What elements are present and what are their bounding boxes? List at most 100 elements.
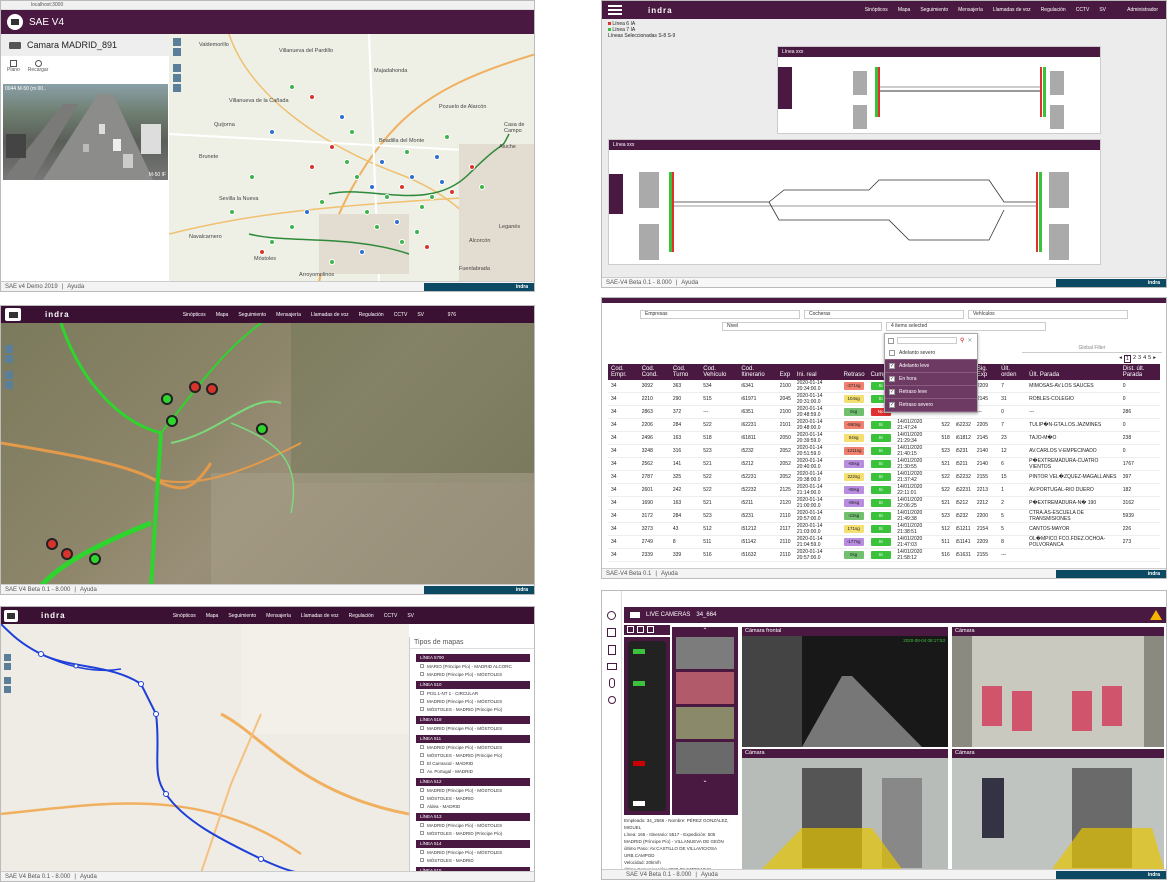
line-group-item[interactable]: MÓSTOLES - MADRID (Principe Pío) — [416, 829, 530, 837]
line-group-item[interactable]: MÓSTOLES - MADRID — [416, 794, 530, 802]
item-checkbox[interactable] — [420, 823, 424, 827]
mail-icon[interactable] — [606, 663, 617, 670]
bus-marker[interactable] — [349, 129, 355, 135]
bus-marker[interactable] — [399, 184, 405, 190]
dropdown-option[interactable]: Adelanto severo — [885, 347, 977, 360]
item-checkbox[interactable] — [420, 753, 424, 757]
page-button[interactable]: 4 — [1143, 355, 1146, 363]
bus-marker[interactable] — [319, 199, 325, 205]
dropdown-option[interactable]: ✓ Retraso severo — [885, 399, 977, 412]
line-group-item[interactable]: MADRID (Principe Pío) - MÓSTOLES — [416, 821, 530, 829]
menu-item-1[interactable]: Mapa — [206, 613, 219, 619]
bus-marker[interactable] — [259, 249, 265, 255]
line-group-item[interactable]: MADRID (Principe Pío) - MÓSTOLES — [416, 786, 530, 794]
table-row[interactable]: 34 3248 316 523 i5232 2052 2020-01-14 20:51:59… — [608, 444, 1160, 459]
bus-marker[interactable] — [206, 383, 218, 395]
bus-marker[interactable] — [399, 239, 405, 245]
menu-item-6[interactable]: CCTV — [384, 613, 398, 619]
fullscreen-button[interactable] — [173, 84, 181, 92]
bus-marker[interactable] — [404, 149, 410, 155]
menu-item-7[interactable]: SV — [407, 613, 414, 619]
grid-icon[interactable] — [607, 628, 616, 637]
scroll-up-icon[interactable]: ⌃ — [672, 627, 738, 634]
bus-marker[interactable] — [429, 194, 435, 200]
bus-marker[interactable] — [329, 259, 335, 265]
bus-marker[interactable] — [479, 184, 485, 190]
menu-item-4[interactable]: Llamadas de voz — [311, 312, 349, 318]
menu-item-0[interactable]: Sinópticos — [173, 613, 196, 619]
plano-button[interactable]: Plano — [7, 60, 20, 73]
menu-item-2[interactable]: Seguimiento — [920, 7, 948, 13]
option-checkbox[interactable]: ✓ — [889, 376, 895, 382]
help-link[interactable]: Ayuda — [80, 587, 97, 593]
menu-item-6[interactable]: CCTV — [1076, 7, 1090, 13]
bus-marker[interactable] — [409, 174, 415, 180]
menu-item-7[interactable]: SV — [1099, 7, 1106, 13]
line-group-header[interactable]: LÍNEA 512 — [416, 778, 530, 786]
dropdown-option[interactable]: ✓ En hora — [885, 373, 977, 386]
dropdown-option[interactable]: ✓ Retraso leve — [885, 386, 977, 399]
table-row[interactable]: 34 2601 242 522 i52232 2125 2020-01-14 21:14:0… — [608, 483, 1160, 498]
user-name[interactable]: Administrador — [1127, 7, 1158, 13]
bus-marker[interactable] — [394, 219, 400, 225]
zoom-in-button[interactable] — [173, 38, 181, 46]
menu-button[interactable] — [608, 5, 622, 15]
menu-item-7[interactable]: SV — [417, 312, 424, 318]
bus-marker[interactable] — [289, 224, 295, 230]
bus-marker[interactable] — [359, 249, 365, 255]
column-header[interactable]: Últ. Parada — [1026, 364, 1120, 380]
bus-marker[interactable] — [289, 84, 295, 90]
item-checkbox[interactable] — [420, 831, 424, 835]
page-button[interactable]: 2 — [1133, 355, 1136, 363]
bus-marker[interactable] — [469, 164, 475, 170]
zoom-out-button[interactable] — [173, 48, 181, 56]
bus-marker[interactable] — [364, 209, 370, 215]
line-group-item[interactable]: MÓSTOLES - MADRID — [416, 856, 530, 864]
zoom-out-button[interactable] — [5, 355, 13, 363]
bus-marker[interactable] — [46, 538, 58, 550]
bus-marker[interactable] — [339, 114, 345, 120]
option-checkbox[interactable]: ✓ — [889, 402, 895, 408]
line-group-item[interactable]: El Carrascal - MADRID — [416, 759, 530, 767]
column-header[interactable]: Exp — [776, 364, 794, 380]
item-checkbox[interactable] — [420, 707, 424, 711]
line-group-item[interactable]: MÓSTOLES - MADRID (Principe Pío) — [416, 751, 530, 759]
table-row[interactable]: 34 2787 325 522 i52231 2052 2020-01-14 20:38:0… — [608, 470, 1160, 485]
item-checkbox[interactable] — [420, 745, 424, 749]
bus-marker[interactable] — [329, 144, 335, 150]
bus-marker[interactable] — [256, 423, 268, 435]
bus-marker[interactable] — [354, 174, 360, 180]
table-row[interactable]: 34 1690 163 521 i5211 2120 2020-01-14 21:00:00… — [608, 496, 1160, 511]
bus-marker[interactable] — [434, 154, 440, 160]
browser-url[interactable]: localhost:3000 — [31, 2, 63, 8]
document-icon[interactable] — [607, 645, 616, 655]
item-checkbox[interactable] — [420, 664, 424, 668]
nivel-select[interactable]: Nivel — [722, 322, 882, 331]
item-checkbox[interactable] — [420, 858, 424, 862]
line-group-header[interactable]: LÍNEA 511 — [416, 735, 530, 743]
column-header[interactable]: Últ. orden — [998, 364, 1027, 380]
line-group-header[interactable]: LÍNEA 519 — [416, 716, 530, 724]
search-icon[interactable] — [607, 611, 616, 620]
table-row[interactable]: 34 2749 8 511 i51142 2110 2020-01-14 21:04:59.… — [608, 535, 1160, 550]
bus-marker[interactable] — [449, 189, 455, 195]
next-page-button[interactable]: ▸ — [1153, 355, 1156, 363]
menu-item-0[interactable]: Sinópticos — [865, 7, 888, 13]
phone-icon[interactable] — [608, 678, 615, 688]
line-group-item[interactable]: MADRID (Principe Pío) - MÓSTOLES — [416, 697, 530, 705]
menu-item-3[interactable]: Mensajería — [266, 613, 291, 619]
zoom-out-button[interactable] — [4, 663, 11, 670]
empresas-select[interactable]: Empresas — [640, 310, 800, 319]
dropdown-search-input[interactable] — [897, 337, 957, 344]
wrench-icon[interactable] — [607, 696, 616, 704]
line-group-item[interactable]: MADRID (Principe Pío) - MÓSTOLES — [416, 724, 530, 732]
bus-marker[interactable] — [161, 393, 173, 405]
item-checkbox[interactable] — [420, 726, 424, 730]
table-row[interactable]: 34 2562 141 521 i5212 2052 2020-01-14 20:40:00… — [608, 457, 1160, 472]
option-checkbox[interactable]: ✓ — [889, 363, 895, 369]
menu-button[interactable] — [7, 14, 23, 30]
line-group-item[interactable]: MADRID (Principe Pío) - MÓSTOLES — [416, 848, 530, 856]
column-header[interactable]: Cod. Turno — [669, 364, 701, 380]
layers-button[interactable] — [173, 64, 181, 72]
bus-marker[interactable] — [269, 239, 275, 245]
